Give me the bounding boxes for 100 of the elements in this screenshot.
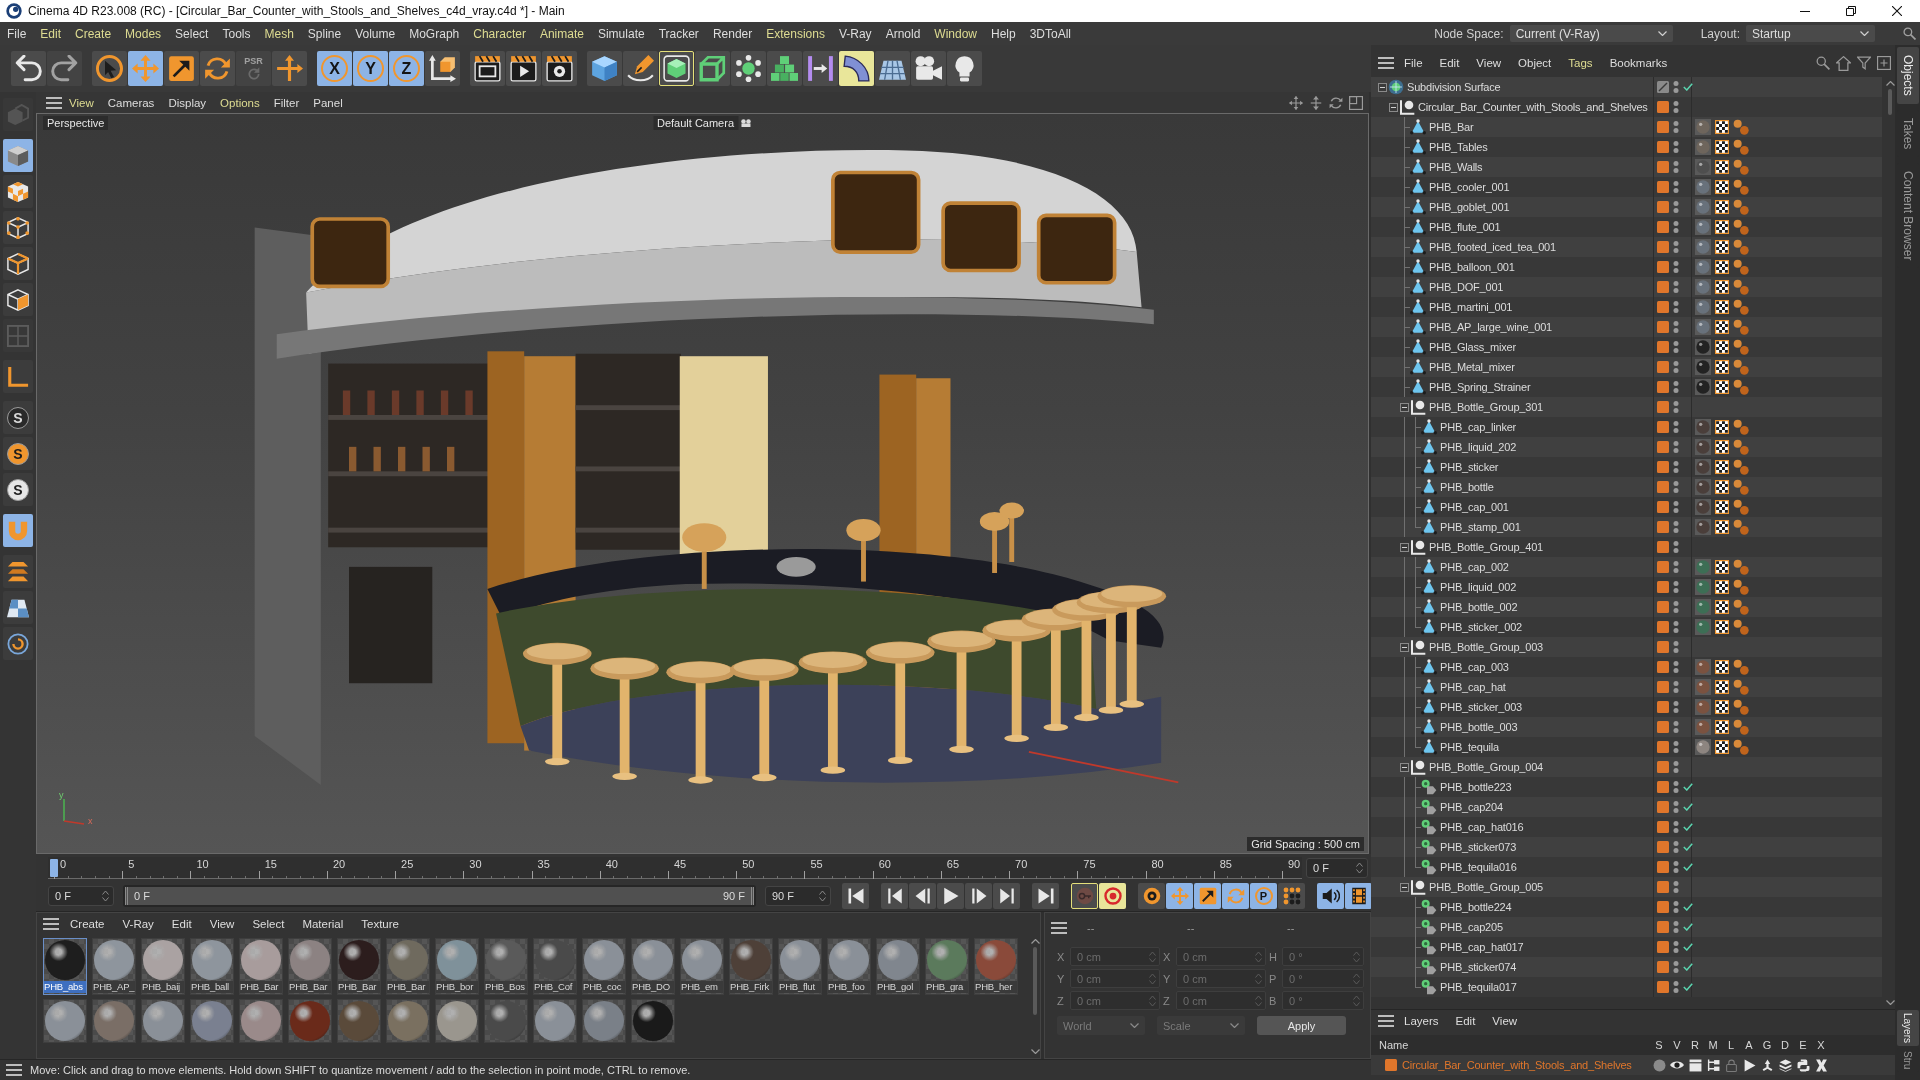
render-settings-button[interactable] [542,51,577,86]
visibility-dots-icon[interactable] [1673,760,1679,774]
filter-icon[interactable] [1857,56,1871,70]
solo-hierarchy-button[interactable]: S [3,473,33,506]
visibility-dots-icon[interactable] [1673,380,1679,394]
interlocked-shapes-icon[interactable] [1796,1058,1810,1072]
material-tile[interactable]: PHB_Bar [337,938,381,995]
previous-frame-button[interactable] [909,883,936,909]
object-row[interactable]: PHB_Bottle_Group_004 [1371,757,1882,777]
material-tile[interactable]: PHB_AP_ [92,938,136,995]
spinner-icon[interactable] [1356,861,1363,874]
visibility-dots-icon[interactable] [1673,480,1679,494]
object-row[interactable]: Circular_Bar_Counter_with_Stools_and_Shelves [1371,97,1882,117]
play-button[interactable] [937,883,964,909]
visibility-dots-icon[interactable] [1673,280,1679,294]
object-row[interactable]: PHB_bottle_002 [1371,597,1882,617]
axis-lock-button[interactable]: Y [353,51,388,86]
object-row[interactable]: PHB_DOF_001 [1371,277,1882,297]
object-row[interactable]: PHB_cap_003 [1371,657,1882,677]
check-icon[interactable] [1683,903,1693,911]
visibility-dots-icon[interactable] [1673,620,1679,634]
minus-box-icon[interactable] [1400,402,1409,412]
menu-item[interactable]: Filter [266,93,307,112]
key-scale-button[interactable] [1194,883,1221,909]
visibility-dots-icon[interactable] [1673,520,1679,534]
visibility-dots-icon[interactable] [1673,260,1679,274]
move-view-icon[interactable] [1289,95,1303,110]
minus-box-icon[interactable] [1378,82,1387,92]
material-tile[interactable]: PHB_gol [876,938,920,995]
points-mode-button[interactable] [3,211,33,244]
menu-item[interactable]: Volume [348,24,403,43]
range-end-handle[interactable]: 90 F [717,887,754,905]
visibility-dots-icon[interactable] [1673,920,1679,934]
hierarchy-icon[interactable] [1706,1058,1720,1072]
render-view-button[interactable] [506,51,541,86]
check-icon[interactable] [1683,843,1693,851]
visibility-dots-icon[interactable] [1673,640,1679,654]
material-tile[interactable]: PHB_Bos [484,938,528,995]
menu-item[interactable]: Arnold [878,24,928,43]
object-row[interactable]: PHB_cap_hat017 [1371,937,1882,957]
menu-item[interactable]: V-Ray [115,915,161,933]
visibility-dots-icon[interactable] [1673,240,1679,254]
material-tile[interactable]: PHB_Firk [729,938,773,995]
material-tile[interactable]: PHB_gra [925,938,969,995]
visibility-dots-icon[interactable] [1673,560,1679,574]
visibility-dots-icon[interactable] [1673,180,1679,194]
side-tab[interactable]: Objects [1896,47,1919,104]
clapper-icon[interactable] [1688,1058,1702,1072]
spinner-icon[interactable] [102,890,109,902]
visibility-dots-icon[interactable] [1673,700,1679,714]
sound-button[interactable] [1317,883,1344,909]
visibility-dots-icon[interactable] [1673,860,1679,874]
menu-item[interactable]: Tags [1561,54,1600,72]
side-tab[interactable]: Layers [1896,1010,1919,1046]
key-settings-button[interactable] [1138,883,1165,909]
menu-item[interactable]: Panel [306,93,350,112]
maximize-view-icon[interactable] [1349,95,1363,110]
material-tile[interactable]: PHB_bor [435,938,479,995]
visibility-dots-icon[interactable] [1673,360,1679,374]
next-frame-button[interactable] [965,883,992,909]
material-tile[interactable]: PHB_Bar [386,938,430,995]
visibility-dots-icon[interactable] [1673,880,1679,894]
previous-key-button[interactable] [881,883,908,909]
menu-item[interactable]: Edit [164,915,199,933]
visibility-dots-icon[interactable] [1673,420,1679,434]
object-row[interactable]: PHB_Glass_mixer [1371,337,1882,357]
rotate-view-icon[interactable] [1329,95,1343,110]
object-row[interactable]: PHB_AP_large_wine_001 [1371,317,1882,337]
layer-row[interactable]: Circular_Bar_Counter_with_Stools_and_Shelves [1371,1055,1895,1075]
visibility-dots-icon[interactable] [1673,540,1679,554]
visibility-dots-icon[interactable] [1673,720,1679,734]
menu-item[interactable]: File [0,24,34,43]
cube-button[interactable] [587,51,622,86]
menu-item[interactable]: Character [466,24,533,43]
scale-tool-button[interactable] [164,51,199,86]
visibility-dots-icon[interactable] [1673,200,1679,214]
menu-icon[interactable] [46,96,62,109]
material-tile[interactable]: PHB_ball [190,938,234,995]
menu-item[interactable]: Bookmarks [1602,54,1675,72]
object-row[interactable]: PHB_Walls [1371,157,1882,177]
object-row[interactable]: PHB_sticker_003 [1371,697,1882,717]
visibility-dots-icon[interactable] [1673,780,1679,794]
axis-mode-button[interactable] [3,360,33,393]
array-button[interactable] [767,51,802,86]
bend-deformer-button[interactable] [839,51,874,86]
autokey-button[interactable] [1071,883,1098,909]
menu-item[interactable]: File [1397,54,1430,72]
object-row[interactable]: PHB_flute_001 [1371,217,1882,237]
menu-item[interactable]: Edit [1448,1012,1483,1030]
material-tile[interactable]: PHB_her [974,938,1018,995]
object-row[interactable]: PHB_bottle224 [1371,897,1882,917]
object-row[interactable]: PHB_Metal_mixer [1371,357,1882,377]
object-row[interactable]: PHB_Bottle_Group_003 [1371,637,1882,657]
object-row[interactable]: PHB_cap_hat016 [1371,817,1882,837]
menu-item[interactable]: Create [63,915,112,933]
workplane-button[interactable] [3,555,33,588]
menu-item[interactable]: Edit [1432,54,1467,72]
grid-button[interactable] [3,591,33,624]
home-icon[interactable] [1836,55,1851,71]
texture-mode-button[interactable] [3,175,33,208]
